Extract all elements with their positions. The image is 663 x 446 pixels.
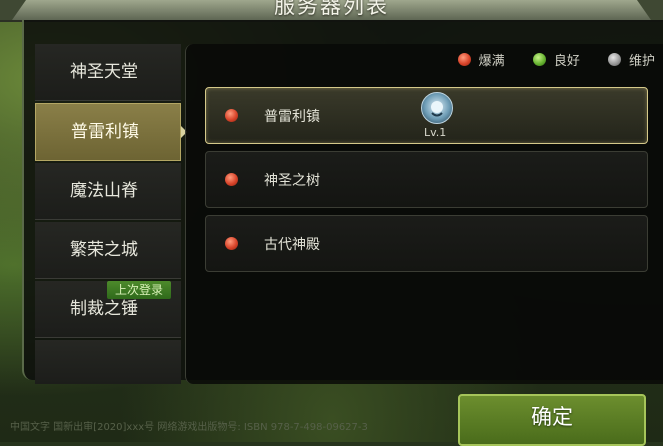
- character-avatar-icon: [421, 92, 453, 124]
- tab-region-1[interactable]: 神圣天堂: [35, 44, 181, 101]
- server-name: 普雷利镇: [264, 109, 320, 125]
- confirm-button[interactable]: 确定: [458, 394, 646, 446]
- tab-label: 魔法山脊: [70, 181, 138, 201]
- status-full-icon: [225, 173, 238, 186]
- legend-full-label: 爆满: [478, 54, 505, 69]
- last-login-badge: 上次登录: [107, 281, 172, 299]
- server-item-3[interactable]: 古代神殿: [205, 215, 648, 272]
- footer-license-text: 中国文字 国新出审[2020]xxx号 网络游戏出版物号: ISBN 978-7…: [10, 422, 368, 433]
- status-full-icon: [457, 53, 471, 66]
- tab-region-5[interactable]: 上次登录 制裁之锤: [35, 281, 181, 338]
- tab-empty-slot: [35, 340, 181, 384]
- legend-maintenance: 维护: [607, 50, 655, 69]
- server-name: 神圣之树: [264, 173, 320, 189]
- server-name: 古代神殿: [264, 237, 320, 253]
- legend-good: 良好: [532, 50, 580, 69]
- tab-region-3[interactable]: 魔法山脊: [35, 163, 181, 220]
- title-bar: 服务器列表: [0, 0, 663, 22]
- legend-good-label: 良好: [553, 54, 580, 69]
- status-full-icon: [225, 109, 238, 122]
- corner-ornament-right-icon: [637, 0, 663, 20]
- region-tabs: 神圣天堂 普雷利镇 魔法山脊 繁荣之城 上次登录 制裁之锤: [35, 44, 187, 384]
- status-good-icon: [532, 53, 546, 66]
- status-legend: 爆满 良好 维护: [434, 50, 655, 70]
- status-full-icon: [225, 237, 238, 250]
- window-title: 服务器列表: [274, 0, 389, 18]
- character-level: Lv.1: [424, 126, 447, 139]
- tab-region-4[interactable]: 繁荣之城: [35, 222, 181, 279]
- tab-label: 制裁之锤: [70, 299, 138, 319]
- server-item-2[interactable]: 神圣之树: [205, 151, 648, 208]
- status-maintenance-icon: [607, 53, 621, 66]
- server-item-1[interactable]: 普雷利镇 Lv.1: [205, 87, 648, 144]
- tab-label: 普雷利镇: [71, 122, 139, 142]
- tab-label: 繁荣之城: [70, 240, 138, 260]
- legend-full: 爆满: [457, 50, 505, 69]
- tab-label: 神圣天堂: [70, 62, 138, 82]
- tab-region-2[interactable]: 普雷利镇: [35, 103, 187, 161]
- legend-maintenance-label: 维护: [628, 54, 655, 69]
